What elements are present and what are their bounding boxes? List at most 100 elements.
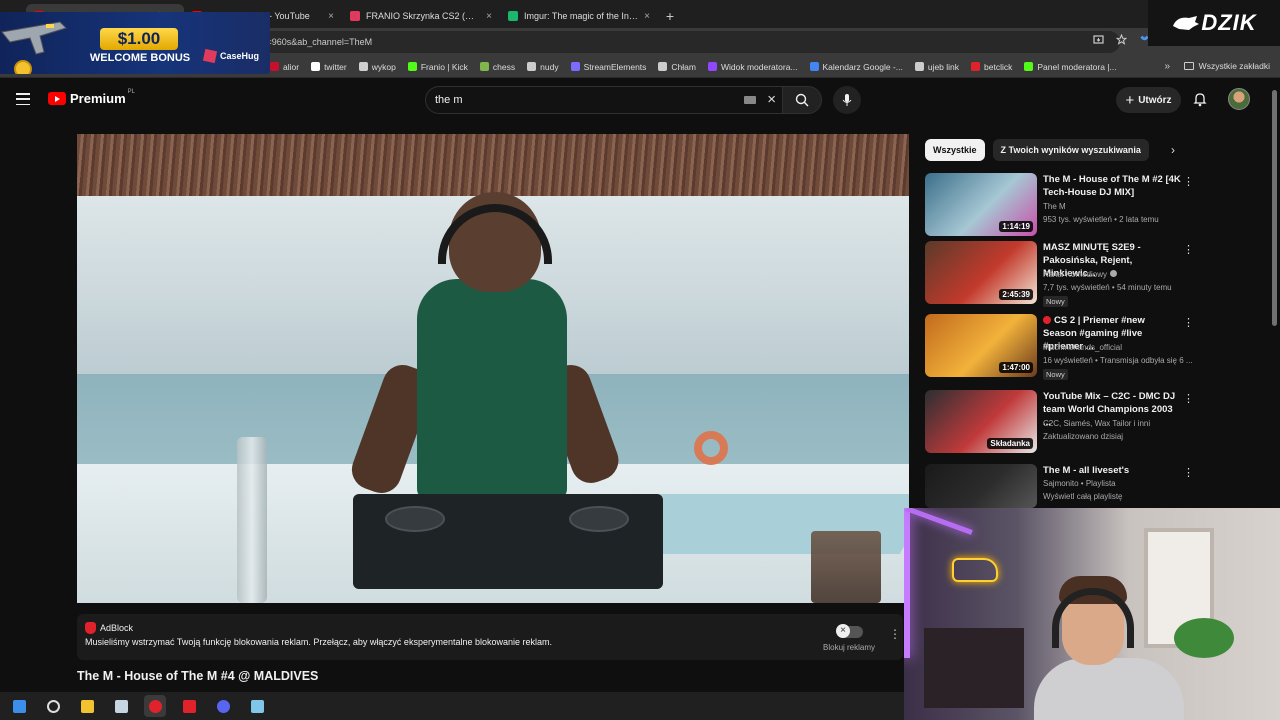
voice-search-button[interactable] xyxy=(833,86,861,114)
rifle-graphic-icon xyxy=(1,21,67,55)
bookmark-star-icon[interactable] xyxy=(1116,34,1127,45)
bookmark-item[interactable]: Panel moderatora |... xyxy=(1024,62,1117,72)
chip-all[interactable]: Wszystkie xyxy=(925,139,985,161)
app-icon[interactable] xyxy=(178,695,200,717)
bookmark-item[interactable]: StreamElements xyxy=(570,62,646,72)
block-ads-toggle[interactable] xyxy=(836,624,863,638)
video-more-menu-icon[interactable]: ⋮ xyxy=(1183,466,1194,479)
keyboard-icon[interactable] xyxy=(744,96,756,104)
channel-name-text: Machinehands_official xyxy=(1043,343,1123,352)
bookmark-item[interactable]: Kalendarz Google -... xyxy=(809,62,903,72)
microphone-icon xyxy=(842,94,852,106)
close-tab-icon[interactable]: × xyxy=(486,11,492,22)
new-badge: Nowy xyxy=(1043,296,1068,307)
menu-icon[interactable] xyxy=(16,93,30,105)
address-bar[interactable]: &t=960s&ab_channel=TheM xyxy=(250,31,1120,53)
video-meta: Wyświetl całą playlistę xyxy=(1043,492,1123,501)
all-bookmarks-button[interactable]: Wszystkie zakładki xyxy=(1183,61,1270,71)
bookmark-item[interactable]: nudy xyxy=(527,62,559,72)
channel-name[interactable]: Kanał Komediowy xyxy=(1043,270,1193,279)
bookmark-item[interactable]: betclick xyxy=(971,62,1012,72)
bookmark-label: betclick xyxy=(984,61,1013,72)
video-thumbnail[interactable] xyxy=(925,464,1037,508)
boar-icon xyxy=(1173,16,1200,30)
video-more-menu-icon[interactable]: ⋮ xyxy=(1183,316,1194,329)
welcome-bonus-text: WELCOME BONUS xyxy=(89,52,191,64)
bookmark-item[interactable]: Chłam xyxy=(658,62,696,72)
notes-app-icon[interactable] xyxy=(246,695,268,717)
page-scrollbar[interactable] xyxy=(1272,90,1277,326)
recommended-video[interactable]: 1:14:19 The M - House of The M #2 [4K Tec… xyxy=(925,173,1195,245)
windows-start-icon[interactable] xyxy=(8,695,30,717)
search-input[interactable]: the m × xyxy=(425,86,782,114)
video-meta: Zaktualizowano dzisiaj xyxy=(1043,432,1124,441)
chip-from-search[interactable]: Z Twoich wyników wyszukiwania xyxy=(992,139,1149,161)
close-tab-icon[interactable]: × xyxy=(328,11,334,22)
channel-name[interactable]: Machinehands_official xyxy=(1043,343,1193,352)
bookmark-item[interactable]: ujeb link xyxy=(914,62,959,72)
channel-name[interactable]: Sajmonito • Playlista xyxy=(1043,479,1193,488)
bookmark-favicon-icon xyxy=(971,62,981,71)
new-tab-button[interactable]: + xyxy=(658,4,682,28)
bookmark-favicon-icon xyxy=(1024,62,1034,71)
bookmark-item[interactable]: Widok moderatora... xyxy=(707,62,798,72)
clear-search-button[interactable]: × xyxy=(767,91,776,108)
chips-next-chevron-icon[interactable]: › xyxy=(1171,143,1175,157)
video-thumbnail[interactable]: 1:14:19 xyxy=(925,173,1037,236)
search-query: the m xyxy=(435,94,463,106)
dzik-logo: DZIK xyxy=(1148,0,1280,46)
create-button[interactable]: + Utwórz xyxy=(1116,87,1181,113)
video-more-menu-icon[interactable]: ⋮ xyxy=(1183,175,1194,188)
dzik-logo-text: DZIK xyxy=(1201,10,1257,35)
channel-name[interactable]: The M xyxy=(1043,202,1193,211)
adblock-more-menu-icon[interactable]: ⋮ xyxy=(889,627,901,641)
recommended-video-title[interactable]: The M - all liveset's xyxy=(1043,464,1181,477)
channel-name-text: Sajmonito • Playlista xyxy=(1043,479,1116,488)
recommended-video[interactable]: Składanka YouTube Mix – C2C - DMC DJ team… xyxy=(925,390,1195,462)
channel-name-text: The M xyxy=(1043,202,1066,211)
jog-wheel-left xyxy=(385,506,445,532)
notifications-bell-icon[interactable] xyxy=(1192,91,1208,107)
plant xyxy=(1174,618,1234,658)
bookmark-favicon-icon xyxy=(527,62,537,71)
browser-tab[interactable]: FRANIO Skrzynka CS2 (CS:GO) × xyxy=(342,4,500,28)
bookmark-item[interactable]: Franio | Kick xyxy=(407,62,468,72)
video-thumbnail[interactable]: 2:45:39 xyxy=(925,241,1037,304)
bookmark-item[interactable]: twitter xyxy=(311,62,347,72)
recommended-video-title[interactable]: The M - House of The M #2 [4K Tech-House… xyxy=(1043,173,1181,199)
chrome-icon[interactable] xyxy=(144,695,166,717)
youtube-premium-logo[interactable]: Premium PL xyxy=(48,89,135,106)
bonus-amount: $1.00 xyxy=(100,28,178,50)
bookmark-label: chess xyxy=(492,61,516,72)
recommended-video[interactable]: 2:45:39 MASZ MINUTĘ S2E9 - Pakosińska, Re… xyxy=(925,241,1195,313)
coin-icon xyxy=(14,60,32,74)
account-avatar[interactable] xyxy=(1228,88,1250,110)
recommended-video[interactable]: 1:47:00 CS 2 | Priemer #new Season #gamin… xyxy=(925,314,1195,386)
video-thumbnail[interactable]: 1:47:00 xyxy=(925,314,1037,377)
search-icon[interactable] xyxy=(42,695,64,717)
video-more-menu-icon[interactable]: ⋮ xyxy=(1183,243,1194,256)
discord-icon[interactable] xyxy=(212,695,234,717)
video-more-menu-icon[interactable]: ⋮ xyxy=(1183,392,1194,405)
channel-name[interactable]: C2C, Siamés, Wax Tailor i inni xyxy=(1043,419,1193,428)
bookmark-item[interactable]: chess xyxy=(479,61,516,72)
video-meta: 16 wyświetleń • Transmisja odbyła się 6 … xyxy=(1043,356,1193,365)
steam-like-app-icon[interactable] xyxy=(110,695,132,717)
video-thumbnail[interactable]: Składanka xyxy=(925,390,1037,453)
live-dot-icon xyxy=(1043,316,1051,324)
adblock-notice: AdBlock Musieliśmy wstrzymać Twoją funkc… xyxy=(77,614,903,660)
file-explorer-icon[interactable] xyxy=(76,695,98,717)
address-actions xyxy=(1093,34,1150,45)
bookmarks-overflow-button[interactable]: » xyxy=(1164,61,1170,72)
dj-shirt xyxy=(417,279,567,499)
bookmark-favicon-icon xyxy=(914,62,924,71)
folder-icon xyxy=(1183,62,1194,70)
video-player[interactable] xyxy=(77,134,909,603)
install-app-icon[interactable] xyxy=(1093,34,1104,45)
bookmark-item[interactable]: alior xyxy=(270,62,299,72)
bookmark-item[interactable]: wykop xyxy=(358,62,396,72)
search-button[interactable] xyxy=(782,86,822,114)
close-tab-icon[interactable]: × xyxy=(644,11,650,22)
browser-tab[interactable]: Imgur: The magic of the Internet × xyxy=(500,4,658,28)
tab-title: Imgur: The magic of the Internet xyxy=(524,11,638,21)
